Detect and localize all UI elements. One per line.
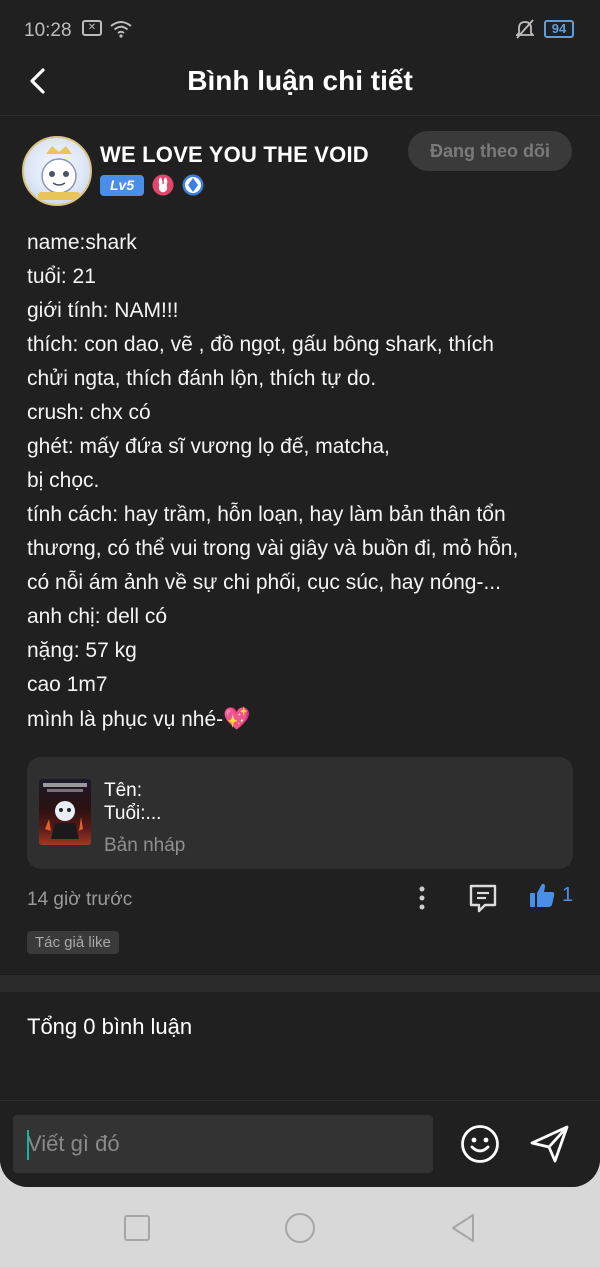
author-name[interactable]: WE LOVE YOU THE VOID: [100, 142, 369, 168]
draft-status: Bản nháp: [104, 835, 186, 856]
battery-indicator: 94: [544, 20, 574, 38]
post-line: bị chọc.: [27, 469, 100, 492]
home-button[interactable]: [285, 1213, 315, 1243]
mute-bell-icon: [516, 19, 534, 39]
post-timestamp: 14 giờ trước: [27, 889, 133, 910]
comment-input-bar: [0, 1100, 600, 1187]
back-arrow-icon[interactable]: [24, 64, 54, 98]
emoji-icon[interactable]: [459, 1123, 501, 1165]
post-line-last: mình là phục vụ nhé-💖: [27, 702, 572, 737]
nav-back-icon[interactable]: [448, 1212, 478, 1244]
comment-input[interactable]: [13, 1115, 433, 1173]
draft-text: Tên: Tuổi:...: [104, 779, 161, 825]
status-icons-left: ✕: [82, 20, 132, 38]
comment-icon[interactable]: [466, 881, 500, 915]
page-title: Bình luận chi tiết: [187, 65, 413, 96]
total-comments: Tổng 0 bình luận: [27, 1014, 193, 1039]
thumbnail-art: [43, 783, 87, 839]
section-divider: [0, 974, 600, 992]
author-row: WE LOVE YOU THE VOID Lv5 Đang theo dõi: [0, 116, 600, 216]
post-line: chửi ngta, thích đánh lộn, thích tự do.: [27, 367, 377, 390]
notification-icon: ✕: [82, 20, 102, 36]
post-line: nặng: 57 kg: [27, 639, 137, 662]
post-line: ghét: mấy đứa sĩ vương lọ đế, matcha,: [27, 435, 390, 458]
draft-thumbnail: [39, 779, 91, 845]
author-avatar[interactable]: [22, 136, 92, 206]
thumbs-up-icon: [530, 883, 555, 907]
page-header: Bình luận chi tiết: [0, 56, 600, 116]
post-line: thích: con dao, vẽ , đồ ngọt, gấu bông s…: [27, 333, 494, 356]
like-count: 1: [562, 883, 574, 906]
post-line: name:shark: [27, 231, 137, 254]
author-liked-tag: Tác giả like: [27, 931, 119, 954]
post-last-line-text: mình là phục vụ nhé-: [27, 708, 224, 731]
level-badge: Lv5: [100, 174, 145, 196]
post-line: tính cách: hay trầm, hỗn loạn, hay làm b…: [27, 503, 506, 526]
post-line: crush: chx có: [27, 401, 151, 424]
status-time: 10:28: [24, 20, 72, 41]
diamond-badge-icon: [182, 174, 204, 196]
post-line: tuổi: 21: [27, 265, 96, 288]
like-button[interactable]: 1: [528, 881, 573, 909]
post-line: anh chị: dell có: [27, 605, 168, 628]
sparkling-heart-icon: 💖: [223, 706, 251, 731]
send-icon[interactable]: [528, 1123, 572, 1165]
post-line: cao 1m7: [27, 673, 108, 696]
post-content: name:shark tuổi: 21 giới tính: NAM!!! th…: [0, 216, 600, 737]
post-line: giới tính: NAM!!!: [27, 299, 179, 322]
more-options-icon[interactable]: [412, 883, 432, 913]
system-nav-bar: [0, 1187, 600, 1267]
draft-name-line: Tên:: [104, 780, 143, 801]
recent-apps-button[interactable]: [124, 1215, 150, 1241]
status-icons-right: 94: [516, 19, 574, 39]
following-button[interactable]: Đang theo dõi: [408, 131, 572, 171]
draft-card[interactable]: Tên: Tuổi:... Bản nháp: [27, 757, 573, 869]
text-cursor: [27, 1130, 29, 1160]
avatar-art: [38, 146, 80, 200]
status-bar: 10:28 ✕ 94: [0, 0, 600, 56]
draft-age-line: Tuổi:...: [104, 803, 162, 824]
post-meta-row: 14 giờ trước 1: [0, 869, 600, 931]
post-line: thương, có thể vui trong vài giây và buồ…: [27, 537, 519, 560]
post-line: có nỗi ám ảnh về sự chi phối, cục súc, h…: [27, 571, 501, 594]
rabbit-badge-icon: [152, 174, 174, 196]
author-badges: Lv5: [100, 174, 204, 196]
app-screen: 10:28 ✕ 94 Bình luận chi tiết WE LOVE YO…: [0, 0, 600, 1187]
wifi-icon: [110, 21, 132, 38]
